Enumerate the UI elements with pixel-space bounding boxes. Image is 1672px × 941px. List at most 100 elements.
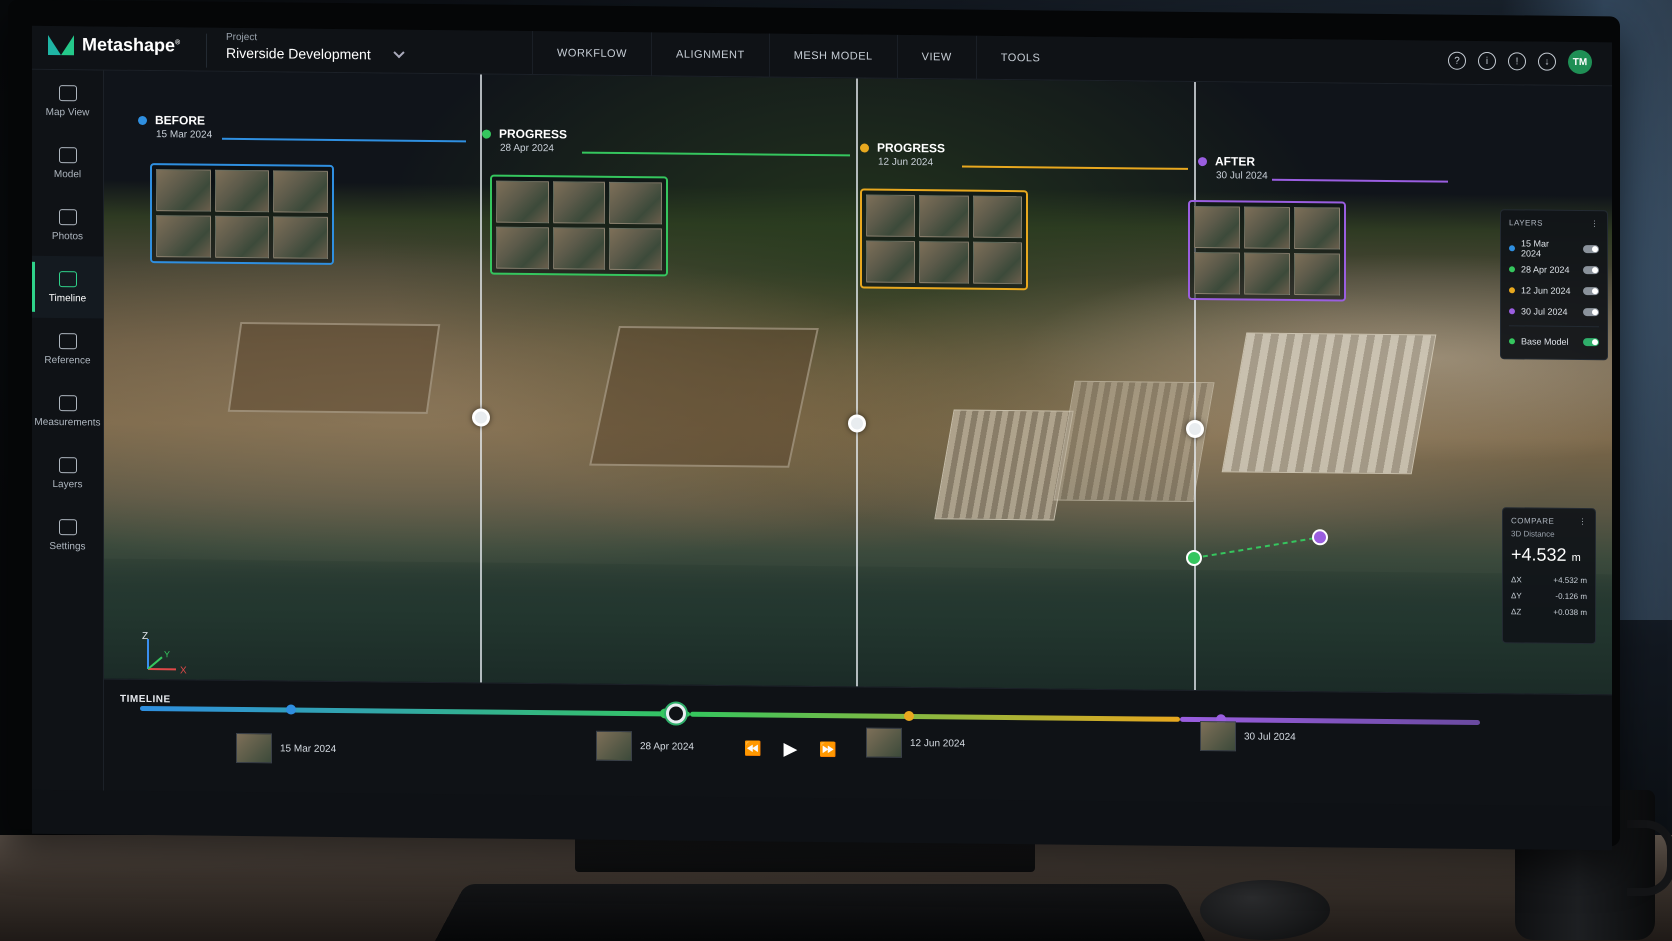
photo-thumb[interactable]	[866, 194, 916, 238]
photo-group-after[interactable]	[1188, 199, 1346, 302]
layers-icon	[58, 456, 77, 473]
photo-thumb[interactable]	[496, 180, 549, 224]
sidebar-item-label: Reference	[44, 354, 91, 366]
photo-thumb[interactable]	[972, 241, 1022, 285]
more-options-icon[interactable]: ⋮	[1579, 517, 1588, 526]
help-icon[interactable]: ?	[1448, 51, 1466, 70]
app-screen: Metashape® Project Riverside Development…	[32, 25, 1612, 851]
phase-title: BEFORE	[138, 113, 212, 128]
main-menu: WORKFLOW ALIGNMENT MESH MODEL VIEW TOOLS	[532, 31, 1065, 81]
layer-row[interactable]: 30 Jul 2024	[1509, 300, 1599, 322]
layer-row[interactable]: 15 Mar 2024	[1509, 237, 1599, 259]
download-icon[interactable]: ↓	[1538, 52, 1556, 71]
delta-list: ΔX +4.532 m ΔY -0.126 m ΔZ +0.038 m	[1511, 575, 1587, 624]
timeline-marker-12-jun[interactable]	[904, 710, 914, 722]
foundation-columns	[1053, 380, 1215, 502]
menu-tools[interactable]: TOOLS	[975, 35, 1065, 81]
photo-thumb[interactable]	[273, 216, 328, 259]
photo-thumb[interactable]	[1244, 206, 1290, 249]
photo-thumb[interactable]	[972, 195, 1022, 239]
photo-thumb[interactable]	[214, 215, 270, 259]
timeline-entry[interactable]: 15 Mar 2024	[236, 732, 336, 764]
project-selector[interactable]: Project Riverside Development	[226, 32, 405, 63]
layer-list: 15 Mar 2024 28 Apr 2024 12 Jun 2024 30 Jul …	[1509, 237, 1599, 322]
info-icon[interactable]: i	[1478, 51, 1496, 71]
sidebar-item-measurements[interactable]: Measurements	[32, 380, 103, 443]
excavation-pit	[589, 325, 819, 468]
sidebar-item-photos[interactable]: Photos	[32, 194, 103, 257]
photo-thumb[interactable]	[1194, 251, 1240, 295]
sidebar-item-reference[interactable]: Reference	[32, 318, 103, 381]
photo-thumb[interactable]	[866, 240, 916, 284]
timeline-entry[interactable]: 28 Apr 2024	[596, 730, 694, 762]
menu-workflow[interactable]: WORKFLOW	[532, 31, 651, 77]
photo-thumb[interactable]	[1194, 205, 1240, 249]
layer-toggle[interactable]	[1583, 337, 1599, 346]
split-handle-1[interactable]	[472, 408, 490, 427]
photo-group-progress-1[interactable]	[490, 174, 668, 277]
map-icon	[58, 84, 77, 101]
layer-row-base-model[interactable]: Base Model	[1509, 330, 1599, 352]
photo-thumb[interactable]	[496, 226, 549, 270]
layers-panel: LAYERS ⋮ 15 Mar 2024 28 Apr 2024 12 Jun 20…	[1500, 209, 1608, 361]
photo-thumb[interactable]	[1294, 207, 1340, 250]
sidebar-item-layers[interactable]: Layers	[32, 442, 103, 505]
layer-row[interactable]: 12 Jun 2024	[1509, 279, 1599, 301]
notifications-icon[interactable]: !	[1508, 52, 1526, 71]
timeline-track-segment[interactable]	[690, 711, 1180, 722]
photo-thumb[interactable]	[552, 227, 606, 270]
photo-thumb[interactable]	[273, 170, 328, 213]
layer-toggle[interactable]	[1583, 265, 1599, 274]
photo-group-progress-2[interactable]	[860, 188, 1028, 291]
layer-label: 28 Apr 2024	[1521, 263, 1570, 275]
photo-thumb[interactable]	[156, 215, 211, 258]
distance-label: 3D Distance	[1511, 529, 1555, 539]
axis-gizmo: Z X Y	[142, 631, 187, 676]
fast-forward-icon[interactable]: ⏩	[819, 741, 836, 758]
sidebar-item-model[interactable]: Model	[32, 132, 103, 195]
rewind-icon[interactable]: ⏪	[744, 740, 761, 757]
more-options-icon[interactable]: ⋮	[1591, 219, 1600, 228]
photo-thumb[interactable]	[1244, 252, 1290, 295]
chevron-down-icon[interactable]	[393, 46, 405, 59]
photo-thumb[interactable]	[214, 169, 270, 213]
photo-thumb[interactable]	[552, 181, 606, 224]
menu-view[interactable]: VIEW	[896, 34, 976, 80]
layer-row[interactable]: 28 Apr 2024	[1509, 258, 1599, 280]
photo-thumb[interactable]	[609, 227, 662, 271]
sidebar-item-label: Layers	[52, 478, 83, 490]
sidebar-item-timeline[interactable]: Timeline	[32, 255, 103, 319]
photo-thumb[interactable]	[919, 195, 969, 238]
layer-color-dot	[1509, 307, 1515, 314]
timeline-marker-15-mar[interactable]	[286, 704, 296, 715]
sidebar-item-settings[interactable]: Settings	[32, 504, 103, 567]
menu-alignment[interactable]: ALIGNMENT	[651, 32, 769, 78]
layer-color-dot	[1509, 286, 1515, 293]
split-handle-3[interactable]	[1186, 419, 1204, 439]
photo-thumb[interactable]	[1294, 253, 1340, 296]
layer-color-dot	[1509, 265, 1515, 272]
photo-thumb[interactable]	[919, 241, 969, 284]
settings-icon	[58, 518, 77, 535]
menu-mesh-model[interactable]: MESH MODEL	[768, 33, 897, 79]
sidebar-item-label: Timeline	[48, 292, 87, 304]
layer-toggle[interactable]	[1583, 286, 1599, 295]
timeline-entry[interactable]: 12 Jun 2024	[866, 727, 965, 759]
photo-group-before[interactable]	[150, 163, 334, 265]
photo-thumb[interactable]	[609, 181, 662, 225]
phase-title: AFTER	[1198, 154, 1268, 169]
sidebar-item-map-view[interactable]: Map View	[32, 70, 103, 133]
photo-thumb[interactable]	[156, 169, 211, 212]
layer-label: 12 Jun 2024	[1521, 284, 1571, 296]
timeline-playhead[interactable]	[666, 703, 686, 724]
layer-toggle[interactable]	[1583, 307, 1599, 316]
timeline-entry[interactable]: 30 Jul 2024	[1200, 721, 1296, 752]
3d-viewport[interactable]: BEFORE 15 Mar 2024 PROGRESS 28 Apr 2024 PROG…	[104, 70, 1612, 695]
timeline-track-segment[interactable]	[140, 705, 690, 717]
play-icon[interactable]: ▶	[783, 739, 797, 760]
split-handle-2[interactable]	[848, 414, 866, 433]
photos-icon	[58, 208, 77, 225]
layer-toggle[interactable]	[1583, 244, 1599, 253]
user-avatar[interactable]: TM	[1568, 49, 1592, 75]
phase-color-dot	[860, 142, 869, 153]
